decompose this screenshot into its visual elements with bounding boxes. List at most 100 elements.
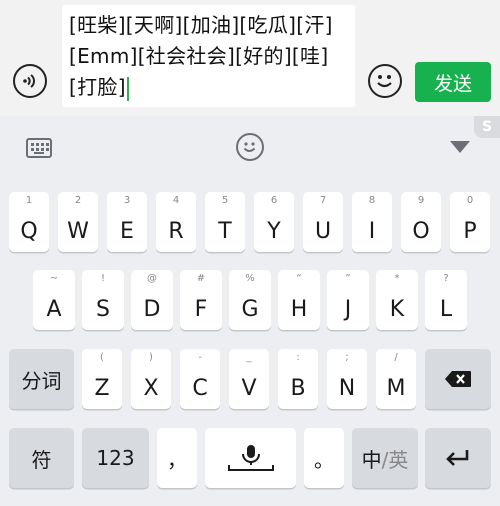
key-primary-label: C: [192, 376, 208, 401]
key-secondary-label: 1: [25, 195, 33, 206]
key-primary-label: N: [338, 376, 356, 401]
key-h[interactable]: “H: [278, 270, 320, 330]
key-secondary-label: :: [296, 352, 300, 363]
key-p[interactable]: 0P: [450, 192, 490, 252]
segment-key-label: 分词: [21, 368, 62, 393]
key-secondary-label: ): [149, 352, 153, 363]
numbers-key[interactable]: 123: [82, 428, 149, 488]
key-m[interactable]: / M: [376, 349, 416, 409]
key-l[interactable]: ? L: [425, 270, 467, 330]
key-r[interactable]: 4R: [156, 192, 196, 252]
key-primary-label: P: [463, 219, 477, 244]
text-cursor: [126, 76, 129, 101]
key-u[interactable]: 7U: [303, 192, 343, 252]
key-n[interactable]: ; N: [327, 349, 367, 409]
key-primary-label: G: [241, 297, 259, 322]
key-v[interactable]: _ V: [229, 349, 269, 409]
key-secondary-label: 6: [270, 195, 278, 206]
key-primary-label: V: [241, 376, 257, 401]
lang-secondary: /英: [381, 447, 409, 472]
key-secondary-label: /: [394, 352, 398, 363]
key-primary-label: A: [46, 297, 62, 322]
key-d[interactable]: @ D: [131, 270, 173, 330]
sogou-logo: S: [474, 116, 500, 138]
collapse-keyboard-icon[interactable]: [450, 141, 470, 153]
period-key[interactable]: 。: [304, 428, 344, 488]
key-secondary-label: ?: [443, 273, 449, 284]
key-primary-label: X: [143, 376, 159, 401]
key-secondary-label: ~: [49, 273, 59, 284]
voice-input-icon[interactable]: [13, 64, 47, 98]
key-secondary-label: #: [196, 273, 206, 284]
key-secondary-label: 7: [319, 195, 327, 206]
message-text: [旺柴][天啊][加油][吃瓜][汗][Emm][社会社会][好的][哇][打脸…: [69, 13, 333, 99]
key-secondary-label: (: [100, 352, 104, 363]
key-primary-label: F: [194, 297, 208, 322]
key-w[interactable]: 2W: [58, 192, 98, 252]
key-y[interactable]: 6Y: [254, 192, 294, 252]
key-primary-label: B: [290, 376, 306, 401]
key-secondary-label: %: [245, 273, 255, 284]
segment-key[interactable]: 分词: [9, 349, 74, 409]
period-key-label: 。: [314, 447, 334, 472]
smile-face-icon: [377, 75, 392, 88]
sound-waves-icon: [23, 74, 35, 88]
key-primary-label: Y: [267, 219, 281, 244]
key-q[interactable]: 1Q: [9, 192, 49, 252]
symbol-key[interactable]: 符: [9, 428, 74, 488]
key-secondary-label: @: [147, 273, 157, 284]
key-secondary-label: 2: [74, 195, 82, 206]
key-x[interactable]: ) X: [131, 349, 171, 409]
key-f[interactable]: # F: [180, 270, 222, 330]
key-secondary-label: 4: [172, 195, 180, 206]
key-primary-label: S: [96, 297, 110, 322]
input-bar: [旺柴][天啊][加油][吃瓜][汗][Emm][社会社会][好的][哇][打脸…: [0, 0, 500, 116]
key-primary-label: R: [168, 219, 184, 244]
language-switch-label: 中/英: [352, 428, 418, 488]
key-primary-label: T: [218, 219, 232, 244]
space-key[interactable]: [205, 428, 296, 488]
key-a[interactable]: ~ A: [33, 270, 75, 330]
key-g[interactable]: % G: [229, 270, 271, 330]
key-k[interactable]: * K: [376, 270, 418, 330]
key-secondary-label: 9: [417, 195, 425, 206]
comma-key-label: ，: [167, 447, 187, 472]
key-secondary-label: 5: [221, 195, 229, 206]
language-switch-key[interactable]: 中/英: [352, 428, 418, 488]
key-secondary-label: ”: [345, 273, 351, 284]
key-b[interactable]: :B: [278, 349, 318, 409]
send-button[interactable]: 发送: [415, 62, 491, 102]
backspace-key[interactable]: [425, 349, 491, 409]
key-secondary-label: _: [246, 352, 252, 363]
key-primary-label: W: [67, 219, 89, 244]
key-secondary-label: 0: [466, 195, 474, 206]
key-t[interactable]: 5T: [205, 192, 245, 252]
backspace-icon: [425, 349, 491, 409]
key-primary-label: L: [439, 297, 453, 322]
soft-keyboard: S 1 Q 2 W 3 E 4 R 5 T 6 Y 7 U 8 I 9 O 0 P ~ A! S @ D # F% G “H” J * K? L…: [0, 116, 500, 506]
key-o[interactable]: 9O: [401, 192, 441, 252]
key-e[interactable]: 3E: [107, 192, 147, 252]
key-primary-label: M: [386, 376, 406, 401]
key-s[interactable]: ! S: [82, 270, 124, 330]
key-z[interactable]: (Z: [82, 349, 122, 409]
keyboard-icon[interactable]: [26, 138, 52, 158]
enter-key[interactable]: [425, 428, 491, 488]
comma-key[interactable]: ，: [157, 428, 197, 488]
key-primary-label: Q: [20, 219, 38, 244]
voice-space-icon: [205, 428, 296, 488]
key-secondary-label: 3: [123, 195, 131, 206]
key-j[interactable]: ” J: [327, 270, 369, 330]
enter-icon: [425, 428, 491, 488]
key-secondary-label: !: [100, 273, 105, 284]
keyboard-toolbar: S: [0, 116, 500, 176]
key-i[interactable]: 8I: [352, 192, 392, 252]
emoji-icon[interactable]: [368, 64, 402, 98]
emoji-panel-icon[interactable]: [236, 133, 264, 161]
key-c[interactable]: -C: [180, 349, 220, 409]
key-primary-label: D: [143, 297, 161, 322]
key-primary-label: H: [290, 297, 308, 322]
message-input[interactable]: [旺柴][天啊][加油][吃瓜][汗][Emm][社会社会][好的][哇][打脸…: [62, 5, 355, 107]
numbers-key-label: 123: [96, 446, 135, 470]
key-primary-label: J: [344, 297, 352, 322]
